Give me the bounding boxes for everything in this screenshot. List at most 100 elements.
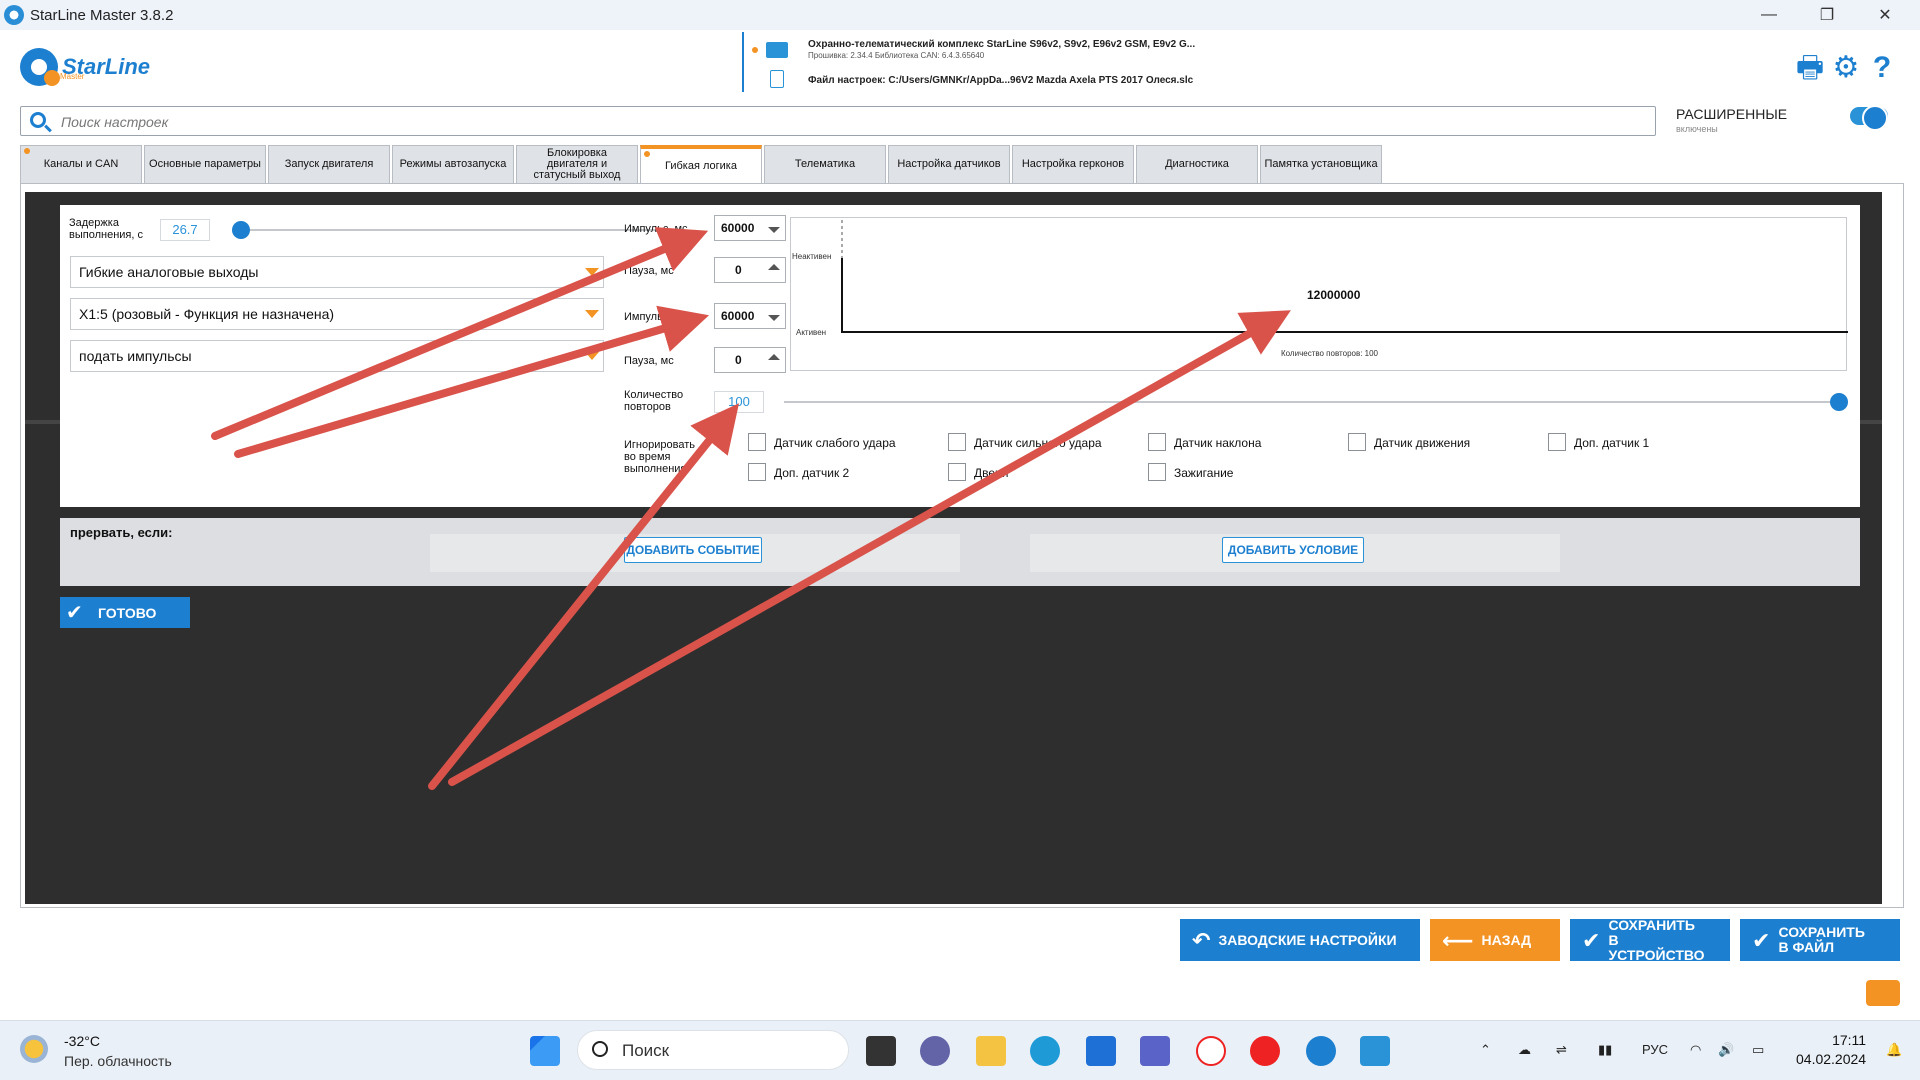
add-event-button[interactable]: ДОБАВИТЬ СОБЫТИЕ xyxy=(624,537,762,563)
yandex-icon[interactable] xyxy=(1250,1036,1280,1066)
back-button-label: НАЗАД xyxy=(1481,931,1532,948)
notepad-icon[interactable] xyxy=(1360,1036,1390,1066)
flex-logic-action-dialog: Задержка выполнения, с 26.7 Гибкие анало… xyxy=(60,205,1860,507)
tab-engine-lock[interactable]: Блокировка двигателя и статусный выход xyxy=(516,145,638,183)
checkbox-doors[interactable] xyxy=(948,463,966,481)
advanced-title: РАСШИРЕННЫЕ xyxy=(1676,106,1788,122)
tab-label: Настройка герконов xyxy=(1021,158,1125,170)
tab-label: Гибкая логика xyxy=(665,159,737,172)
tab-reed-settings[interactable]: Настройка герконов xyxy=(1012,145,1134,183)
delay-slider-knob[interactable] xyxy=(232,221,250,239)
taskbar-search[interactable]: Поиск xyxy=(577,1030,849,1070)
cloud-icon[interactable]: ☁ xyxy=(1518,1042,1531,1058)
output-type-select[interactable]: Гибкие аналоговые выходы xyxy=(70,256,604,288)
save-to-file-button[interactable]: ✔ СОХРАНИТЬ В ФАЙЛ xyxy=(1740,919,1900,961)
windows-start-icon[interactable] xyxy=(530,1036,560,1066)
chevron-down-icon xyxy=(585,352,599,360)
file-icon xyxy=(770,70,784,88)
repeats-label: Количество повторов xyxy=(624,389,684,413)
chevron-down-icon xyxy=(585,310,599,318)
action-select[interactable]: подать импульсы xyxy=(70,340,604,372)
add-condition-button[interactable]: ДОБАВИТЬ УСЛОВИЕ xyxy=(1222,537,1364,563)
checkbox-tilt[interactable] xyxy=(1148,433,1166,451)
print-icon[interactable]: 🖶 xyxy=(1794,52,1826,84)
tab-installer-memo[interactable]: Памятка установщика xyxy=(1260,145,1382,183)
checkbox-ignition-label: Зажигание xyxy=(1174,466,1234,480)
settings-search-input[interactable]: Поиск настроек xyxy=(20,106,1656,136)
ignore-label: Игнорировать во время выполнения xyxy=(624,439,695,475)
factory-settings-button[interactable]: ↶ ЗАВОДСКИЕ НАСТРОЙКИ xyxy=(1180,919,1420,961)
tab-engine-start[interactable]: Запуск двигателя xyxy=(268,145,390,183)
back-button[interactable]: ⟵ НАЗАД xyxy=(1430,919,1560,961)
settings-gear-icon[interactable]: ⚙ xyxy=(1830,52,1862,84)
tray-chevron-up-icon[interactable]: ⌃ xyxy=(1480,1042,1491,1058)
output-type-value: Гибкие аналоговые выходы xyxy=(79,264,259,280)
device-name: Охранно-телематический комплекс StarLine… xyxy=(808,39,1196,50)
delay-slider-track[interactable] xyxy=(240,229,664,231)
notification-bell-icon[interactable]: 🔔 xyxy=(1886,1042,1902,1058)
tab-flex-logic[interactable]: Гибкая логика xyxy=(640,145,762,183)
impulse2-input[interactable]: 60000 xyxy=(714,303,786,329)
advanced-toggle[interactable] xyxy=(1850,105,1888,131)
pause1-input[interactable]: 0 xyxy=(714,257,786,283)
starline-master-icon[interactable] xyxy=(1306,1036,1336,1066)
starline-app-icon xyxy=(4,5,24,25)
tab-autostart-modes[interactable]: Режимы автозапуска xyxy=(392,145,514,183)
file-explorer-icon[interactable] xyxy=(976,1036,1006,1066)
edge-icon[interactable] xyxy=(1030,1036,1060,1066)
settings-file-path: Файл настроек: C:/Users/GMNKr/AppDa...96… xyxy=(808,75,1194,86)
tab-main-params[interactable]: Основные параметры xyxy=(144,145,266,183)
taskbar-clock[interactable]: 17:11 04.02.2024 xyxy=(1796,1031,1866,1069)
pause2-input[interactable]: 0 xyxy=(714,347,786,373)
volume-icon[interactable]: 🔊 xyxy=(1718,1042,1734,1058)
repeats-slider-track[interactable] xyxy=(784,401,1848,403)
checkbox-ignition[interactable] xyxy=(1148,463,1166,481)
checkbox-aux-sensor-2[interactable] xyxy=(748,463,766,481)
chat-icon[interactable] xyxy=(1866,980,1900,1006)
chevron-down-icon[interactable] xyxy=(768,227,780,233)
impulse2-value: 60000 xyxy=(721,309,755,323)
impulse1-value: 60000 xyxy=(721,221,755,235)
sliders-icon[interactable]: ⇌ xyxy=(1556,1042,1567,1058)
tab-sensor-settings[interactable]: Настройка датчиков xyxy=(888,145,1010,183)
search-placeholder: Поиск настроек xyxy=(61,114,169,130)
tab-channels-can[interactable]: Каналы и CAN xyxy=(20,145,142,183)
chevron-up-icon[interactable] xyxy=(768,354,780,360)
restore-button[interactable]: ❐ xyxy=(1804,0,1850,30)
yandex-browser-icon[interactable] xyxy=(1196,1036,1226,1066)
repeats-value-input[interactable]: 100 xyxy=(714,391,764,413)
tab-label: Памятка установщика xyxy=(1264,158,1378,170)
advanced-subtitle: включены xyxy=(1676,124,1718,134)
checkbox-aux-sensor-1[interactable] xyxy=(1548,433,1566,451)
task-view-icon[interactable] xyxy=(866,1036,896,1066)
undo-icon: ↶ xyxy=(1192,927,1211,953)
checkbox-weak-shock[interactable] xyxy=(748,433,766,451)
checkbox-motion[interactable] xyxy=(1348,433,1366,451)
chat-app-icon[interactable] xyxy=(920,1036,950,1066)
windows-taskbar: -32°C Пер. облачность xyxy=(0,1020,1920,1080)
meter-icon[interactable]: ▮▮ xyxy=(1598,1042,1612,1058)
graph-inactive-label: Неактивен xyxy=(792,252,832,261)
tab-telematics[interactable]: Телематика xyxy=(764,145,886,183)
help-icon[interactable]: ? xyxy=(1866,52,1898,84)
output-pin-value: X1:5 (розовый - Функция не назначена) xyxy=(79,306,335,322)
done-button[interactable]: ✔ ГОТОВО xyxy=(60,597,190,628)
minimize-button[interactable]: — xyxy=(1746,0,1792,30)
graph-repeats-label: Количество повторов: 100 xyxy=(1281,349,1379,358)
chevron-up-icon[interactable] xyxy=(768,264,780,270)
checkbox-strong-shock[interactable] xyxy=(948,433,966,451)
tab-diagnostics[interactable]: Диагностика xyxy=(1136,145,1258,183)
store-icon[interactable] xyxy=(1086,1036,1116,1066)
input-language[interactable]: РУС xyxy=(1642,1042,1668,1057)
impulse1-input[interactable]: 60000 xyxy=(714,215,786,241)
save-to-device-button[interactable]: ✔ СОХРАНИТЬ В УСТРОЙСТВО xyxy=(1570,917,1730,962)
chevron-down-icon[interactable] xyxy=(768,315,780,321)
mail-app-icon[interactable] xyxy=(1140,1036,1170,1066)
repeats-slider-knob[interactable] xyxy=(1830,393,1848,411)
output-pin-select[interactable]: X1:5 (розовый - Функция не назначена) xyxy=(70,298,604,330)
delay-value-input[interactable]: 26.7 xyxy=(160,219,210,241)
wifi-icon[interactable]: ◠ xyxy=(1690,1042,1701,1058)
search-icon xyxy=(592,1041,608,1057)
battery-icon[interactable]: ▭ xyxy=(1752,1042,1764,1058)
close-window-button[interactable]: ✕ xyxy=(1862,0,1908,30)
